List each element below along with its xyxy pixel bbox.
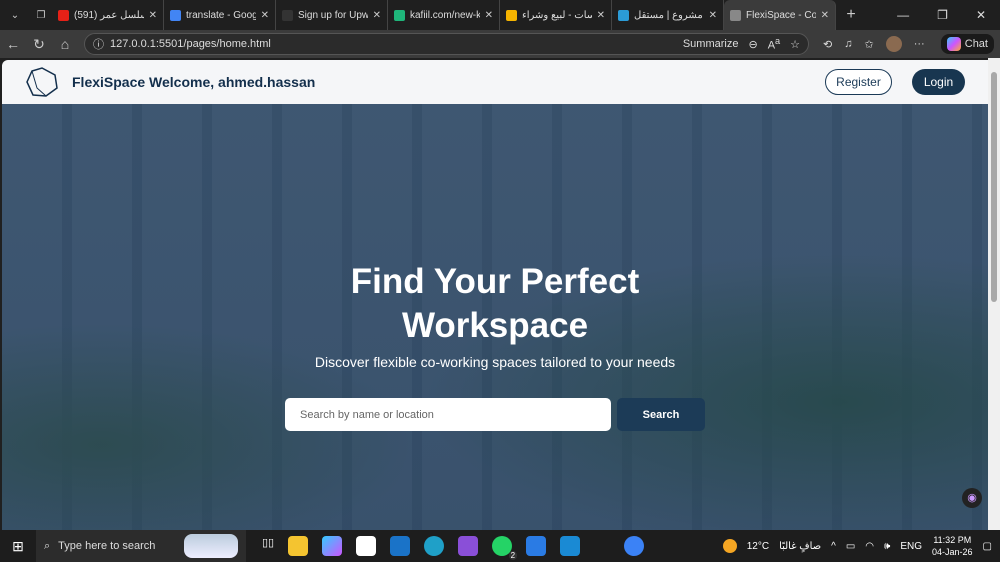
battery-icon[interactable]: ▭ (846, 541, 855, 552)
language-indicator[interactable]: ENG (900, 541, 922, 552)
zoom-icon[interactable]: ⊖ (748, 38, 757, 51)
whatsapp-badge: 2 (508, 551, 518, 560)
browser-tab[interactable]: translate - Google ✕ (164, 0, 276, 30)
maximize-button[interactable]: ❐ (937, 8, 948, 22)
summarize-button[interactable]: Summarize (683, 38, 739, 50)
visual-studio-icon[interactable] (458, 536, 479, 556)
store-icon[interactable] (356, 536, 377, 556)
help-icon[interactable] (624, 536, 645, 556)
profile-avatar[interactable] (885, 36, 902, 52)
new-tab-button[interactable]: + (840, 4, 862, 26)
tab-title: translate - Google (186, 9, 256, 21)
tab-close-icon[interactable]: ✕ (373, 10, 381, 21)
vscode-icon[interactable] (560, 536, 581, 556)
search-icon: ⌕ (44, 539, 51, 552)
login-button[interactable]: Login (912, 69, 965, 95)
navbar: FlexiSpace Welcome, ahmed.hassan Registe… (2, 60, 988, 104)
copilot-app-icon[interactable] (322, 536, 343, 556)
browser-tab[interactable]: FlexiSpace - Co-working ✕ (724, 0, 836, 30)
browser-tab[interactable]: (591) مسلسل عمر ✕ (52, 0, 164, 30)
tab-title: Sign up for Upwork (298, 9, 368, 21)
tab-title: (591) مسلسل عمر (74, 9, 144, 21)
tab-favicon-icon (618, 9, 629, 21)
windows-start-icon[interactable]: ⊞ (0, 538, 36, 555)
tab-favicon-icon (506, 9, 517, 21)
tab-title: kafiil.com/new-kafiil (410, 9, 480, 21)
info-icon[interactable]: ⓘ (93, 36, 104, 52)
favorites-icon[interactable]: ✩ (864, 38, 873, 51)
file-explorer-icon[interactable] (288, 536, 309, 556)
tab-favicon-icon (282, 9, 293, 21)
more-menu-icon[interactable]: ··· (914, 38, 925, 50)
browser-tab[interactable]: خمسات - لبيع وشراء ✕ (500, 0, 612, 30)
weather-icon[interactable] (722, 539, 737, 553)
tab-close-icon[interactable]: ✕ (597, 10, 605, 21)
browser-tab[interactable]: إضافة مشروع | مستقل ✕ (612, 0, 724, 30)
close-window-button[interactable]: ✕ (976, 8, 986, 22)
copilot-icon (946, 37, 961, 51)
browser-tab[interactable]: kafiil.com/new-kafiil ✕ (388, 0, 500, 30)
tab-title: خمسات - لبيع وشراء (522, 9, 592, 21)
register-button[interactable]: Register (825, 69, 892, 95)
tab-title: إضافة مشروع | مستقل (634, 9, 704, 21)
tab-close-icon[interactable]: ✕ (709, 10, 717, 21)
minimize-button[interactable]: — (897, 8, 909, 22)
tab-close-icon[interactable]: ✕ (821, 10, 829, 21)
url-field[interactable]: ⓘ 127.0.0.1:5501/pages/home.html Summari… (84, 33, 809, 55)
tab-title: FlexiSpace - Co-working (746, 9, 816, 21)
weather-desc[interactable]: صافٍ غالبًا (779, 541, 821, 552)
tab-close-icon[interactable]: ✕ (485, 10, 493, 21)
tab-close-icon[interactable]: ✕ (261, 10, 269, 21)
brand-welcome: FlexiSpace Welcome, ahmed.hassan (72, 74, 316, 90)
volume-icon[interactable]: 🕪 (884, 541, 890, 552)
web-page: Find Your Perfect Workspace Discover fle… (0, 58, 988, 530)
tab-favicon-icon (394, 9, 405, 21)
windows-taskbar: ⊞ ⌕ Type here to search ▯▯ 2 12°C صافٍ غا… (0, 530, 1000, 562)
tab-favicon-icon (730, 9, 741, 21)
logo-icon (26, 67, 58, 97)
address-bar-row: ← ↻ ⌂ ⓘ 127.0.0.1:5501/pages/home.html S… (0, 30, 1000, 58)
search-button[interactable]: Search (617, 398, 705, 431)
home-icon[interactable]: ⌂ (52, 36, 78, 52)
clock[interactable]: 11:32 PM 04-Jan-26 (932, 534, 973, 558)
page-scrollbar[interactable] (988, 58, 1000, 530)
back-icon[interactable]: ← (0, 36, 26, 52)
tab-favicon-icon (58, 9, 69, 21)
browser-tab[interactable]: Sign up for Upwork ✕ (276, 0, 388, 30)
outlook-icon[interactable] (390, 536, 411, 556)
tab-actions-menu[interactable]: ⌄ (4, 4, 26, 26)
url-text: 127.0.0.1:5501/pages/home.html (110, 38, 271, 50)
extension-floating-icon[interactable]: ◉ (962, 488, 982, 508)
hero-section: Find Your Perfect Workspace Discover fle… (2, 104, 988, 530)
weather-temp[interactable]: 12°C (747, 541, 769, 552)
browser-tab-bar: ⌄ ❐ (591) مسلسل عمر✕translate - Google✕S… (0, 0, 1000, 30)
tray-chevron-icon[interactable]: ^ (831, 541, 836, 552)
whatsapp-icon[interactable]: 2 (492, 536, 518, 560)
read-aloud-icon[interactable]: Aa (768, 36, 780, 52)
notifications-icon[interactable]: ▢ (983, 541, 992, 552)
workspaces-icon[interactable]: ❐ (30, 4, 52, 26)
task-view-icon[interactable]: ▯▯ (262, 536, 274, 556)
tab-close-icon[interactable]: ✕ (149, 10, 157, 21)
search-highlight-image (184, 534, 238, 558)
hero-subtitle: Discover flexible co-working spaces tail… (314, 354, 676, 370)
search-input[interactable] (285, 398, 611, 431)
hero-title: Find Your Perfect Workspace (350, 262, 640, 345)
wifi-icon[interactable]: ◠ (865, 541, 874, 552)
extensions-icon[interactable]: ⟲ (823, 38, 832, 51)
tab-favicon-icon (170, 9, 181, 21)
app-icon[interactable] (526, 536, 547, 556)
media-icon[interactable]: ♫ (844, 38, 852, 50)
taskbar-search[interactable]: ⌕ Type here to search (36, 530, 246, 562)
refresh-icon[interactable]: ↻ (26, 36, 52, 53)
copilot-chat-button[interactable]: Chat (940, 34, 994, 54)
edge-icon[interactable] (424, 536, 445, 556)
scrollbar-thumb[interactable] (991, 72, 997, 302)
favorite-star-icon[interactable]: ☆ (790, 38, 800, 51)
